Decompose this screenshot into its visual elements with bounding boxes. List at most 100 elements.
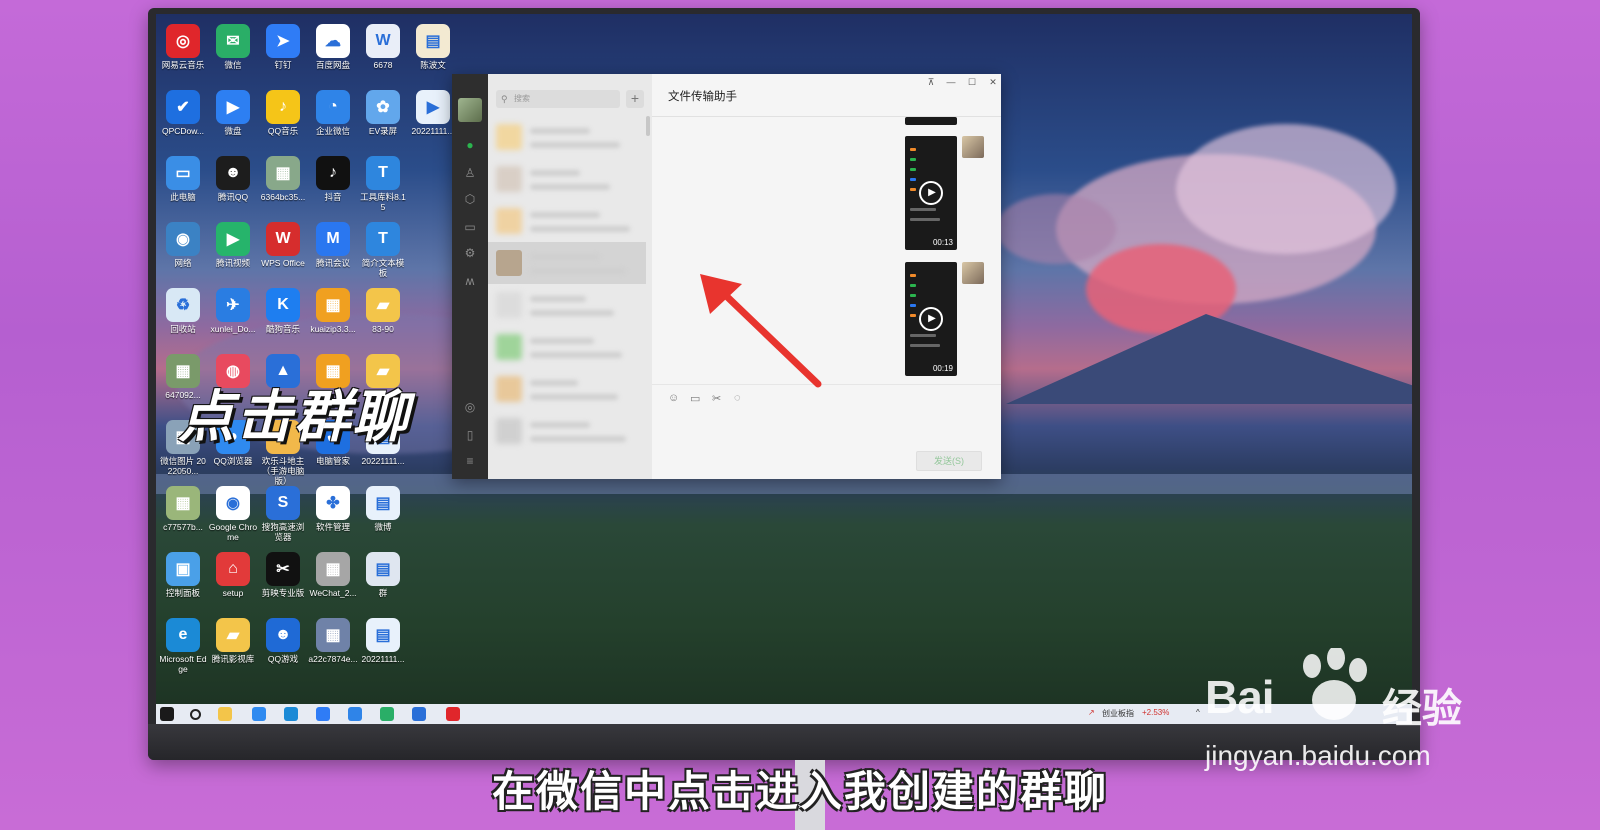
- add-button[interactable]: +: [626, 90, 644, 108]
- video-message[interactable]: ▶ 00:13: [905, 136, 957, 250]
- stock-name[interactable]: 创业板指: [1102, 708, 1134, 719]
- desktop-icon[interactable]: ▶ 腾讯视频: [208, 218, 258, 280]
- list-item[interactable]: [488, 326, 646, 368]
- desktop-icon[interactable]: K 酷狗音乐: [258, 284, 308, 346]
- app-icon: ▤: [366, 486, 400, 520]
- desktop-icon[interactable]: ▶ 20221111...: [408, 86, 458, 148]
- desktop-icon[interactable]: ▦ c77577b...: [158, 482, 208, 544]
- video-message[interactable]: ▶ 00:19: [905, 262, 957, 376]
- desktop-icon[interactable]: ☁ 百度网盘: [308, 20, 358, 82]
- desktop-icon[interactable]: ♻ 回收站: [158, 284, 208, 346]
- desktop-icon[interactable]: ▤ 微博: [358, 482, 408, 544]
- desktop-icon[interactable]: ☻ 腾讯QQ: [208, 152, 258, 214]
- desktop-icon[interactable]: ◎ 网易云音乐: [158, 20, 208, 82]
- desktop-icon[interactable]: ✤ 软件管理: [308, 482, 358, 544]
- list-item[interactable]: [488, 158, 646, 200]
- minimize-icon[interactable]: —: [944, 77, 958, 87]
- explore-icon[interactable]: ◎: [463, 400, 477, 414]
- list-item-group-chat[interactable]: [488, 242, 646, 284]
- user-avatar[interactable]: [458, 98, 482, 122]
- chat-icon[interactable]: ●: [463, 138, 477, 152]
- dingtalk-icon[interactable]: [316, 707, 330, 721]
- desktop-icon[interactable]: W 6678: [358, 20, 408, 82]
- app-icon: ▦: [316, 618, 350, 652]
- desktop-icon[interactable]: ◔ 企业微信: [308, 86, 358, 148]
- desktop-icon[interactable]: ✿ EV录屏: [358, 86, 408, 148]
- list-item[interactable]: [488, 200, 646, 242]
- file-icon[interactable]: ▭: [690, 392, 700, 405]
- favorites-icon[interactable]: ⬡: [463, 192, 477, 206]
- list-item[interactable]: [488, 116, 646, 158]
- folder-icon[interactable]: ▭: [463, 220, 477, 234]
- desktop-icon[interactable]: ◉ 网络: [158, 218, 208, 280]
- play-icon[interactable]: ▶: [919, 307, 943, 331]
- close-icon[interactable]: ✕: [986, 77, 1000, 88]
- moments-icon[interactable]: ⚙: [463, 246, 477, 260]
- play-icon[interactable]: ▶: [919, 181, 943, 205]
- desktop-icon[interactable]: ◉ Google Chrome: [208, 482, 258, 544]
- desktop-icon[interactable]: ▦ kuaizip3.3...: [308, 284, 358, 346]
- list-scrollbar[interactable]: [646, 116, 650, 136]
- list-item[interactable]: [488, 368, 646, 410]
- desktop-icon[interactable]: ⌂ setup: [208, 548, 258, 610]
- list-item[interactable]: [488, 410, 646, 452]
- desktop-icon-label: 群: [378, 588, 388, 598]
- desktop-icon[interactable]: ✉ 微信: [208, 20, 258, 82]
- desktop-icon[interactable]: ➤ 钉钉: [258, 20, 308, 82]
- desktop-icon[interactable]: e Microsoft Edge: [158, 614, 208, 676]
- edge-icon[interactable]: [284, 707, 298, 721]
- desktop-icon[interactable]: ▤ 群: [358, 548, 408, 610]
- netease-music-icon[interactable]: [446, 707, 460, 721]
- desktop-icon[interactable]: ☻ QQ游戏: [258, 614, 308, 676]
- windows-start-icon[interactable]: [160, 707, 174, 721]
- app-icon: ◎: [166, 24, 200, 58]
- send-button[interactable]: 发送(S): [916, 451, 982, 471]
- mini-program-icon[interactable]: ʍ: [463, 274, 477, 288]
- pin-icon[interactable]: ⊼: [924, 77, 938, 88]
- sender-avatar[interactable]: [962, 136, 984, 158]
- desktop-icon[interactable]: T 工具库料8.15: [358, 152, 408, 214]
- desktop-icon[interactable]: ▶ 微盘: [208, 86, 258, 148]
- desktop-icon[interactable]: ▭ 此电脑: [158, 152, 208, 214]
- sender-avatar[interactable]: [962, 262, 984, 284]
- desktop-icon[interactable]: ▤ 陈波文: [408, 20, 458, 82]
- baidu-logo: Bai: [1205, 671, 1275, 723]
- desktop-icon[interactable]: ▣ 控制面板: [158, 548, 208, 610]
- desktop-icon[interactable]: T 简介文本模板: [358, 218, 408, 280]
- desktop-icon[interactable]: M 腾讯会议: [308, 218, 358, 280]
- search-icon[interactable]: [190, 709, 201, 720]
- desktop-icon[interactable]: ▦ WeChat_2...: [308, 548, 358, 610]
- contacts-icon[interactable]: ♙: [463, 166, 477, 180]
- desktop-icon[interactable]: ▰ 83-90: [358, 284, 408, 346]
- desktop-icon[interactable]: ✂ 剪映专业版: [258, 548, 308, 610]
- desktop-icon[interactable]: ▦ a22c7874e...: [308, 614, 358, 676]
- app-icon: ▦: [316, 288, 350, 322]
- app-icon: ◉: [166, 222, 200, 256]
- sogou-icon[interactable]: [412, 707, 426, 721]
- search-input[interactable]: ⚲ 搜索: [496, 90, 620, 108]
- desktop-icon[interactable]: ▰ 腾讯影视库: [208, 614, 258, 676]
- menu-icon[interactable]: ≡: [463, 454, 477, 468]
- desktop-icon[interactable]: ♪ 抖音: [308, 152, 358, 214]
- desktop-icon[interactable]: ♪ QQ音乐: [258, 86, 308, 148]
- stock-change: +2.53%: [1142, 708, 1170, 717]
- wecom-icon[interactable]: [348, 707, 362, 721]
- desktop-icon[interactable]: ✈ xunlei_Do...: [208, 284, 258, 346]
- desktop-icon[interactable]: ▦ 6364bc35...: [258, 152, 308, 214]
- wechat-icon[interactable]: [380, 707, 394, 721]
- file-explorer-icon[interactable]: [218, 707, 232, 721]
- phone-icon[interactable]: ▯: [463, 428, 477, 442]
- app-icon: ✔: [166, 90, 200, 124]
- browser-icon[interactable]: [252, 707, 266, 721]
- maximize-icon[interactable]: ☐: [965, 77, 979, 88]
- desktop-icon[interactable]: S 搜狗高速浏览器: [258, 482, 308, 544]
- desktop-icon-label: 控制面板: [165, 588, 200, 598]
- list-item[interactable]: [488, 284, 646, 326]
- desktop-icon[interactable]: ▤ 20221111...: [358, 614, 408, 676]
- tray-chevron-icon[interactable]: ^: [1196, 708, 1200, 717]
- desktop-icon[interactable]: ✔ QPCDow...: [158, 86, 208, 148]
- emoji-icon[interactable]: ☺: [668, 392, 679, 404]
- video-message-partial[interactable]: [905, 117, 957, 125]
- big-caption: 点击群聊: [178, 385, 410, 450]
- desktop-icon[interactable]: W WPS Office: [258, 218, 308, 280]
